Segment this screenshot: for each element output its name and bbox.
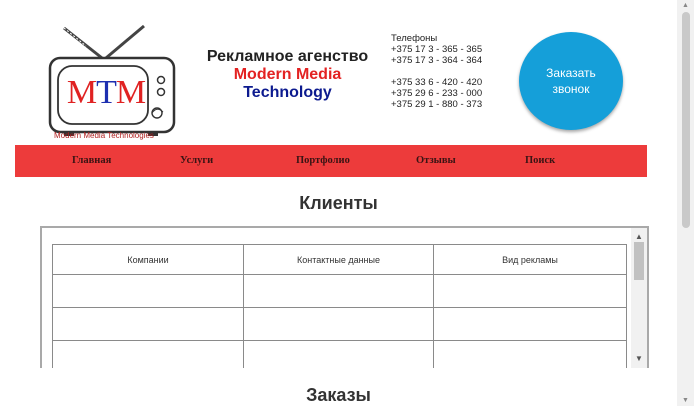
table-row xyxy=(52,274,627,308)
agency-line-3: Technology xyxy=(243,84,332,101)
clients-frame-scroll-thumb[interactable] xyxy=(634,242,644,280)
table-row xyxy=(52,340,627,368)
clients-table: Компании Контактные данные Вид рекламы xyxy=(52,244,627,368)
phone-number[interactable]: +375 29 1 - 880 - 373 xyxy=(391,99,482,110)
phone-list: Телефоны +375 17 3 - 365 - 365 +375 17 3… xyxy=(391,33,482,110)
tv-logo[interactable]: MTM xyxy=(44,22,182,142)
logo-caption: Modern Media Technologies xyxy=(54,131,154,140)
nav-item-search[interactable]: Поиск xyxy=(525,155,555,166)
clients-frame-scrollbar[interactable]: ▲ ▼ xyxy=(631,228,647,368)
column-header-companies: Компании xyxy=(52,244,244,275)
clients-title: Клиенты xyxy=(299,193,378,213)
phone-number[interactable]: +375 17 3 - 364 - 364 xyxy=(391,55,482,66)
column-header-contacts: Контактные данные xyxy=(243,244,434,275)
page-scrollbar[interactable]: ▲ ▼ xyxy=(677,0,694,406)
agency-line-1: Рекламное агенство xyxy=(206,48,369,65)
agency-line-2: Modern Media xyxy=(233,66,342,83)
nav-item-reviews[interactable]: Отзывы xyxy=(416,155,456,166)
clients-frame[interactable]: Компании Контактные данные Вид рекламы ▲… xyxy=(40,226,649,368)
agency-name: Рекламное агенство Modern Media Technolo… xyxy=(190,48,385,102)
table-header-row: Компании Контактные данные Вид рекламы xyxy=(52,244,627,275)
main-nav: Главная Услуги Портфолио Отзывы Поиск xyxy=(15,145,647,177)
logo-letters: MTM xyxy=(66,74,146,111)
nav-item-home[interactable]: Главная xyxy=(72,155,111,166)
chevron-down-icon[interactable]: ▼ xyxy=(631,352,647,366)
column-header-ad-type: Вид рекламы xyxy=(433,244,627,275)
table-cell xyxy=(52,340,244,368)
order-call-label-1: Заказать xyxy=(546,66,596,80)
phone-number[interactable]: +375 33 6 - 420 - 420 xyxy=(391,77,482,88)
table-cell xyxy=(243,307,434,341)
phones-label: Телефоны xyxy=(391,33,438,44)
scroll-down-icon[interactable]: ▼ xyxy=(682,397,689,404)
order-call-button[interactable]: Заказать звонок xyxy=(519,32,623,130)
page-scroll-thumb[interactable] xyxy=(682,12,690,228)
phone-number[interactable]: +375 29 6 - 233 - 000 xyxy=(391,88,482,99)
nav-item-services[interactable]: Услуги xyxy=(180,155,213,166)
table-cell xyxy=(433,340,627,368)
orders-title: Заказы xyxy=(306,385,371,405)
table-cell xyxy=(52,274,244,308)
page: MTM Modern Media Technologies Рекламное … xyxy=(0,0,677,406)
table-cell xyxy=(243,274,434,308)
nav-item-portfolio[interactable]: Портфолио xyxy=(296,155,350,166)
scroll-up-icon[interactable]: ▲ xyxy=(682,2,689,9)
table-cell xyxy=(433,307,627,341)
table-row xyxy=(52,307,627,341)
table-cell xyxy=(243,340,434,368)
table-cell xyxy=(52,307,244,341)
order-call-label-2: звонок xyxy=(552,82,590,96)
phone-number[interactable]: +375 17 3 - 365 - 365 xyxy=(391,44,482,55)
table-cell xyxy=(433,274,627,308)
